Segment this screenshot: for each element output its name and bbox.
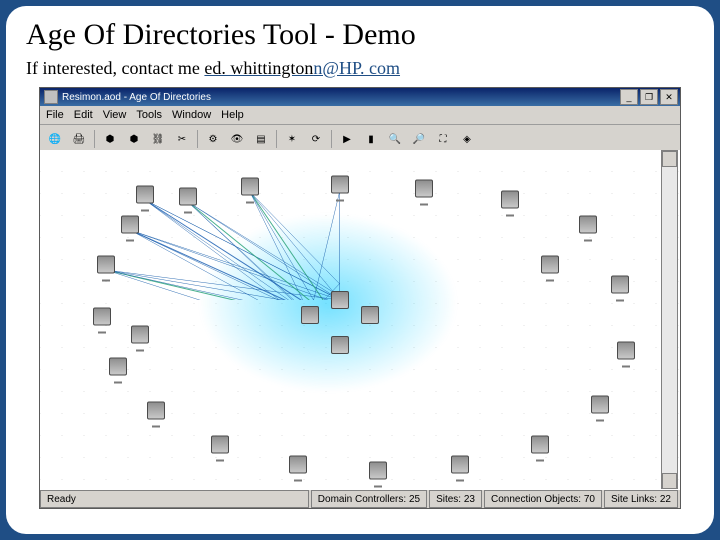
status-ready: Ready: [40, 490, 309, 508]
slide: Age Of Directories Tool - Demo If intere…: [0, 0, 720, 540]
menu-edit[interactable]: Edit: [74, 109, 93, 121]
zoomout-icon[interactable]: 🔎: [408, 128, 430, 150]
toolbar-separator: [197, 130, 198, 148]
eye-icon[interactable]: 👁: [226, 128, 248, 150]
window-title: Resimon.aod - Age Of Directories: [62, 92, 211, 103]
graph-icon[interactable]: ◈: [456, 128, 478, 150]
statusbar: Ready Domain Controllers: 25 Sites: 23 C…: [40, 489, 680, 508]
slide-card: Age Of Directories Tool - Demo If intere…: [6, 6, 714, 534]
subtitle-prefix: If interested, contact me: [26, 58, 204, 78]
menubar: File Edit View Tools Window Help: [40, 106, 680, 125]
app-icon: [44, 90, 58, 104]
titlebar: Resimon.aod - Age Of Directories _ ❐ ✕: [40, 88, 680, 106]
menu-help[interactable]: Help: [221, 109, 244, 121]
toolbar-separator: [331, 130, 332, 148]
refresh-icon[interactable]: ⟳: [305, 128, 327, 150]
cube2-icon[interactable]: ⬢: [123, 128, 145, 150]
print-icon[interactable]: 🖨: [68, 128, 90, 150]
config-icon[interactable]: ⚙: [202, 128, 224, 150]
status-sitelinks: Site Links: 22: [604, 490, 678, 508]
play-icon[interactable]: ▶: [336, 128, 358, 150]
link-icon[interactable]: ⛓: [147, 128, 169, 150]
slide-subtitle: If interested, contact me ed. whittingto…: [26, 58, 696, 79]
app-window: Resimon.aod - Age Of Directories _ ❐ ✕ F…: [39, 87, 681, 509]
menu-view[interactable]: View: [103, 109, 127, 121]
menu-window[interactable]: Window: [172, 109, 211, 121]
diagram-canvas[interactable]: [40, 150, 680, 490]
close-button[interactable]: ✕: [660, 89, 678, 105]
star-icon[interactable]: ✶: [281, 128, 303, 150]
table-icon[interactable]: ▤: [250, 128, 272, 150]
status-dcs: Domain Controllers: 25: [311, 490, 427, 508]
globe-icon[interactable]: 🌐: [44, 128, 66, 150]
window-buttons: _ ❐ ✕: [620, 89, 678, 105]
email-link-part: n@HP. com: [313, 58, 400, 78]
contact-email-link[interactable]: ed. whittingtonn@HP. com: [204, 58, 400, 78]
maximize-button[interactable]: ❐: [640, 89, 658, 105]
network-lines: [40, 150, 340, 300]
status-connections: Connection Objects: 70: [484, 490, 602, 508]
menu-tools[interactable]: Tools: [136, 109, 162, 121]
status-sites: Sites: 23: [429, 490, 482, 508]
email-black-part: ed. whittington: [204, 58, 313, 78]
slide-title: Age Of Directories Tool - Demo: [26, 18, 696, 52]
toolbar-separator: [276, 130, 277, 148]
minimize-button[interactable]: _: [620, 89, 638, 105]
chart-icon[interactable]: ▮: [360, 128, 382, 150]
cube-icon[interactable]: ⬢: [99, 128, 121, 150]
zoomin-icon[interactable]: 🔍: [384, 128, 406, 150]
vertical-scrollbar[interactable]: [661, 150, 678, 490]
cut-icon[interactable]: ✂: [171, 128, 193, 150]
menu-file[interactable]: File: [46, 109, 64, 121]
toolbar-separator: [94, 130, 95, 148]
fit-icon[interactable]: ⛶: [432, 128, 454, 150]
